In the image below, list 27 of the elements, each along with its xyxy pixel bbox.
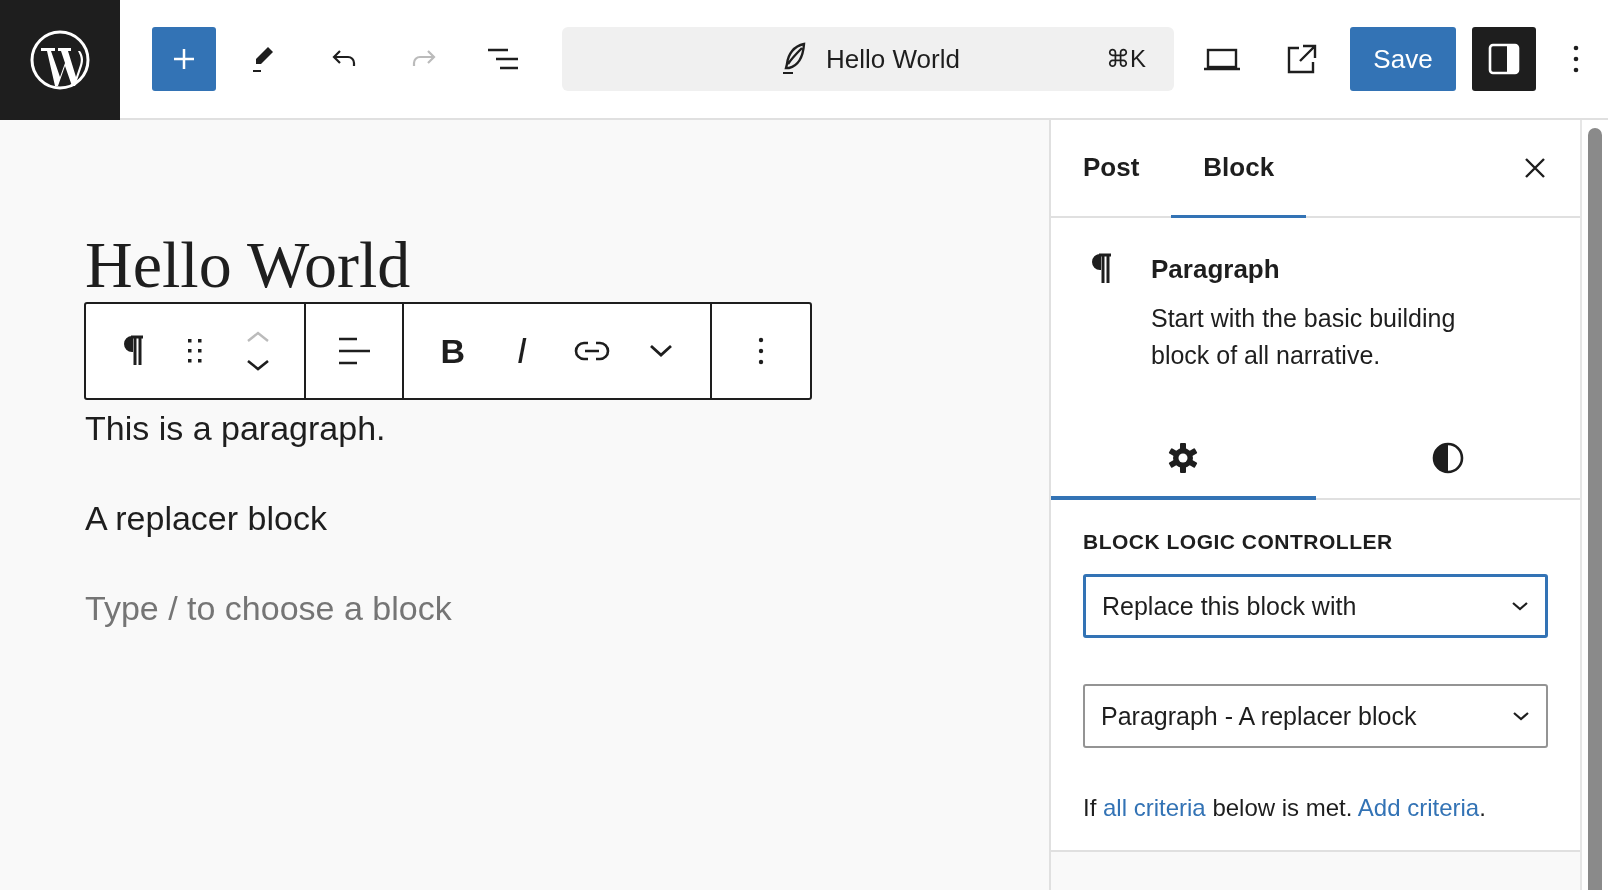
sidebar-tab[interactable]: Post xyxy=(1051,120,1172,218)
criteria-link[interactable]: Add criteria xyxy=(1357,794,1480,821)
bold-button[interactable]: B xyxy=(432,321,473,381)
chevron-down-icon xyxy=(1512,711,1530,721)
block-description: Start with the basic building block of all narrative. xyxy=(1151,303,1457,371)
select-field[interactable]: Paragraph - A replacer block xyxy=(1083,684,1548,748)
select-field[interactable]: Replace this block with xyxy=(1083,574,1548,638)
panel-heading: BLOCK LOGIC CONTROLLER xyxy=(1083,530,1394,554)
half-circle-icon xyxy=(1430,441,1465,475)
scrollbar-thumb[interactable] xyxy=(1588,128,1602,890)
command-bar[interactable]: Hello World ⌘K xyxy=(562,27,1174,91)
sidebar-toggle-icon[interactable] xyxy=(1472,27,1536,91)
feather-icon xyxy=(780,42,808,76)
block-placeholder[interactable]: Type / to choose a block xyxy=(85,588,1049,628)
block-name: Paragraph xyxy=(1151,254,1281,285)
save-button[interactable]: Save xyxy=(1350,27,1456,91)
keyboard-shortcut: ⌘K xyxy=(1106,45,1146,73)
chevron-down-icon xyxy=(1511,601,1529,611)
wordpress-logo[interactable] xyxy=(0,0,120,120)
criteria-link[interactable]: all criteria xyxy=(1103,794,1206,821)
criteria-note: If all criteria below is met. Add criteria. xyxy=(1083,794,1487,822)
document-title: Hello World xyxy=(826,43,961,75)
italic-button[interactable]: I xyxy=(502,321,543,381)
post-title: Hello World xyxy=(85,232,411,298)
paragraph-text: A replacer block xyxy=(85,498,328,538)
paragraph-text: This is a paragraph. xyxy=(85,408,387,448)
sidebar-tab[interactable]: Block xyxy=(1171,120,1307,218)
